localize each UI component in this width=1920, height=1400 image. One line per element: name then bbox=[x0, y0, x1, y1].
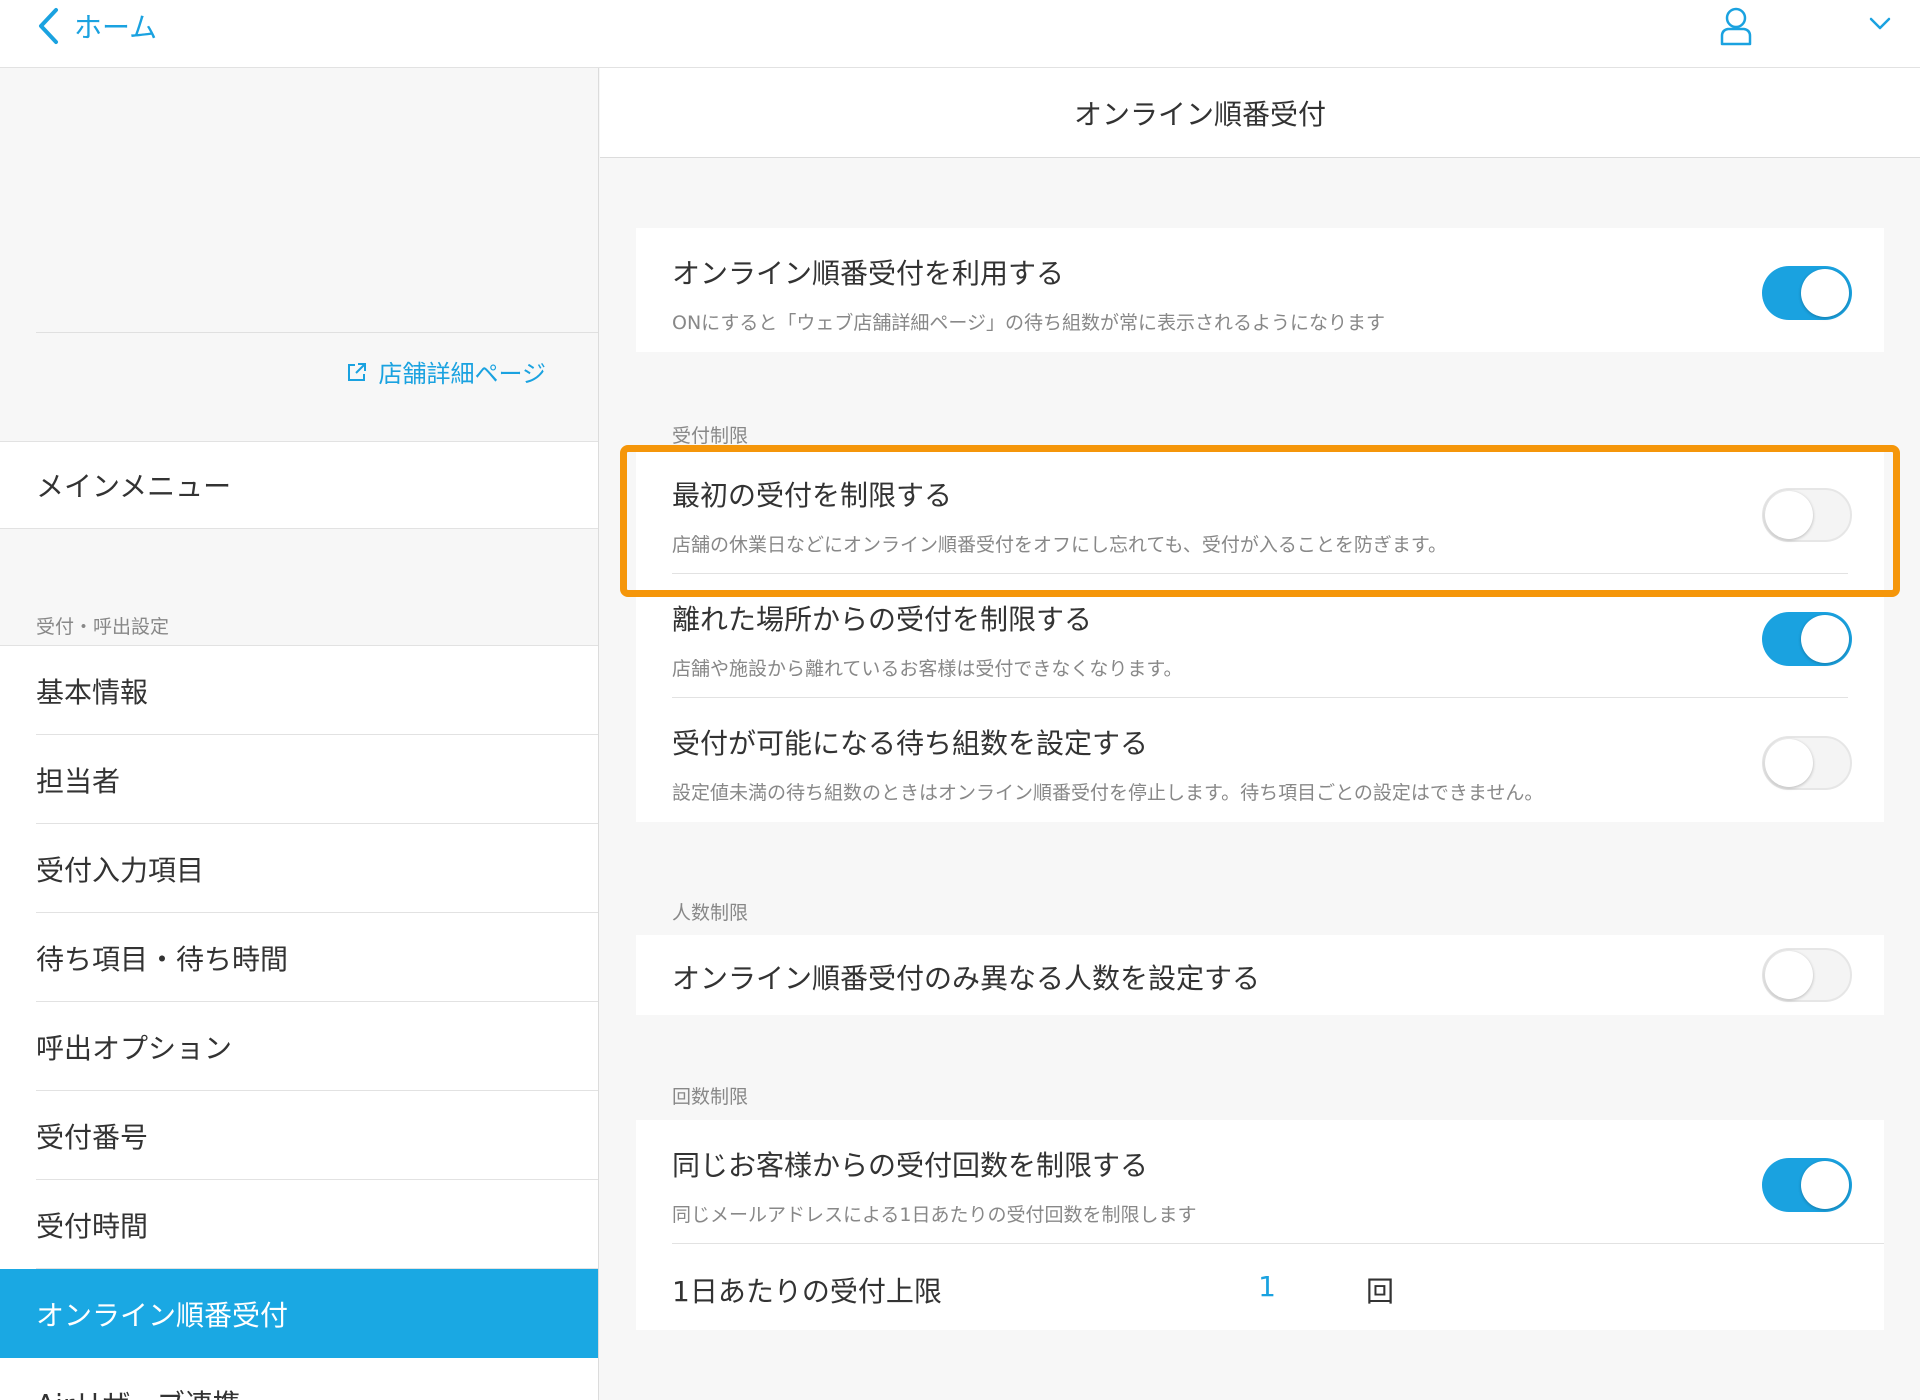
count-limit-title: 同じお客様からの受付回数を制限する bbox=[672, 1149, 1149, 1182]
wait-count-desc: 設定値未満の待ち組数のときはオンライン順番受付を停止します。待ち項目ごとの設定は… bbox=[672, 782, 1544, 804]
sidebar-menu-list: 基本情報 担当者 受付入力項目 待ち項目・待ち時間 呼出オプション 受付番号 受… bbox=[0, 645, 598, 1400]
toggle-knob bbox=[1801, 1161, 1849, 1209]
first-reception-row: 最初の受付を制限する 店舗の休業日などにオンライン順番受付をオフにし忘れても、受… bbox=[636, 450, 1884, 574]
distance-limit-toggle[interactable] bbox=[1762, 612, 1852, 666]
per-day-limit-unit: 回 bbox=[1366, 1275, 1395, 1308]
sidebar: 店舗詳細ページ メインメニュー 受付・呼出設定 基本情報 担当者 受付入力項目 … bbox=[0, 68, 599, 1400]
first-reception-desc: 店舗の休業日などにオンライン順番受付をオフにし忘れても、受付が入ることを防ぎます… bbox=[672, 534, 1448, 556]
sidebar-item-basic-info[interactable]: 基本情報 bbox=[0, 646, 598, 735]
chevron-left-icon bbox=[39, 8, 58, 44]
main-title-bar: オンライン順番受付 bbox=[600, 68, 1920, 158]
per-day-limit-input[interactable]: 1 bbox=[1252, 1270, 1282, 1303]
page-title: オンライン順番受付 bbox=[1073, 97, 1326, 131]
store-detail-link[interactable]: 店舗詳細ページ bbox=[346, 354, 546, 389]
count-limit-card: 同じお客様からの受付回数を制限する 同じメールアドレスによる1日あたりの受付回数… bbox=[636, 1120, 1884, 1330]
sidebar-section-label: 受付・呼出設定 bbox=[36, 616, 170, 638]
distance-limit-title: 離れた場所からの受付を制限する bbox=[672, 603, 1093, 636]
sidebar-item-reception-number[interactable]: 受付番号 bbox=[0, 1091, 598, 1180]
external-link-icon bbox=[348, 362, 367, 381]
wait-count-toggle[interactable] bbox=[1762, 736, 1852, 790]
first-reception-title: 最初の受付を制限する bbox=[672, 479, 953, 512]
first-reception-toggle[interactable] bbox=[1762, 488, 1852, 542]
sidebar-item-airreserve[interactable]: Airリザーブ連携 bbox=[0, 1358, 598, 1400]
store-divider bbox=[36, 332, 598, 333]
toggle-knob bbox=[1765, 739, 1813, 787]
main-menu-item[interactable]: メインメニュー bbox=[0, 441, 598, 529]
use-setting-card: オンライン順番受付を利用する ONにすると「ウェブ店舗詳細ページ」の待ち組数が常… bbox=[636, 228, 1884, 352]
people-limit-label: 人数制限 bbox=[672, 902, 749, 924]
use-setting-row: オンライン順番受付を利用する ONにすると「ウェブ店舗詳細ページ」の待ち組数が常… bbox=[636, 228, 1884, 352]
sidebar-item-staff[interactable]: 担当者 bbox=[0, 735, 598, 824]
people-limit-title: オンライン順番受付のみ異なる人数を設定する bbox=[672, 962, 1261, 995]
per-day-limit-row: 1日あたりの受付上限 1 回 bbox=[636, 1244, 1884, 1330]
people-limit-toggle[interactable] bbox=[1762, 948, 1852, 1002]
toggle-knob bbox=[1765, 491, 1813, 539]
sidebar-item-online-queue[interactable]: オンライン順番受付 bbox=[0, 1269, 598, 1358]
use-setting-desc: ONにすると「ウェブ店舗詳細ページ」の待ち組数が常に表示されるようになります bbox=[672, 312, 1385, 334]
per-day-limit-label: 1日あたりの受付上限 bbox=[672, 1275, 942, 1308]
back-home-button[interactable]: ホーム bbox=[36, 6, 157, 46]
toggle-knob bbox=[1765, 951, 1813, 999]
wait-count-row: 受付が可能になる待ち組数を設定する 設定値未満の待ち組数のときはオンライン順番受… bbox=[636, 698, 1884, 822]
top-header: ホーム bbox=[0, 0, 1920, 68]
sidebar-item-wait-items[interactable]: 待ち項目・待ち時間 bbox=[0, 913, 598, 1002]
distance-limit-desc: 店舗や施設から離れているお客様は受付できなくなります。 bbox=[672, 658, 1183, 680]
main-panel: オンライン順番受付 オンライン順番受付を利用する ONにすると「ウェブ店舗詳細ペ… bbox=[600, 68, 1920, 1400]
store-detail-label: 店舗詳細ページ bbox=[378, 360, 546, 388]
people-limit-row: オンライン順番受付のみ異なる人数を設定する bbox=[636, 935, 1884, 1015]
count-limit-desc: 同じメールアドレスによる1日あたりの受付回数を制限します bbox=[672, 1204, 1197, 1226]
chevron-down-icon[interactable] bbox=[1868, 16, 1892, 32]
use-setting-title: オンライン順番受付を利用する bbox=[672, 257, 1065, 290]
toggle-knob bbox=[1801, 269, 1849, 317]
count-limit-row: 同じお客様からの受付回数を制限する 同じメールアドレスによる1日あたりの受付回数… bbox=[636, 1120, 1884, 1244]
reception-limit-label: 受付制限 bbox=[672, 425, 749, 447]
back-home-label: ホーム bbox=[74, 11, 158, 44]
count-limit-label: 回数制限 bbox=[672, 1086, 749, 1108]
toggle-knob bbox=[1801, 615, 1849, 663]
user-icon[interactable] bbox=[1718, 6, 1754, 46]
sidebar-item-reception-time[interactable]: 受付時間 bbox=[0, 1180, 598, 1269]
reception-limit-card: 最初の受付を制限する 店舗の休業日などにオンライン順番受付をオフにし忘れても、受… bbox=[636, 450, 1884, 822]
wait-count-title: 受付が可能になる待ち組数を設定する bbox=[672, 727, 1149, 760]
count-limit-toggle[interactable] bbox=[1762, 1158, 1852, 1212]
people-limit-card: オンライン順番受付のみ異なる人数を設定する bbox=[636, 935, 1884, 1015]
sidebar-item-input-fields[interactable]: 受付入力項目 bbox=[0, 824, 598, 913]
use-setting-toggle[interactable] bbox=[1762, 266, 1852, 320]
distance-limit-row: 離れた場所からの受付を制限する 店舗や施設から離れているお客様は受付できなくなり… bbox=[636, 574, 1884, 698]
sidebar-item-call-options[interactable]: 呼出オプション bbox=[0, 1002, 598, 1091]
